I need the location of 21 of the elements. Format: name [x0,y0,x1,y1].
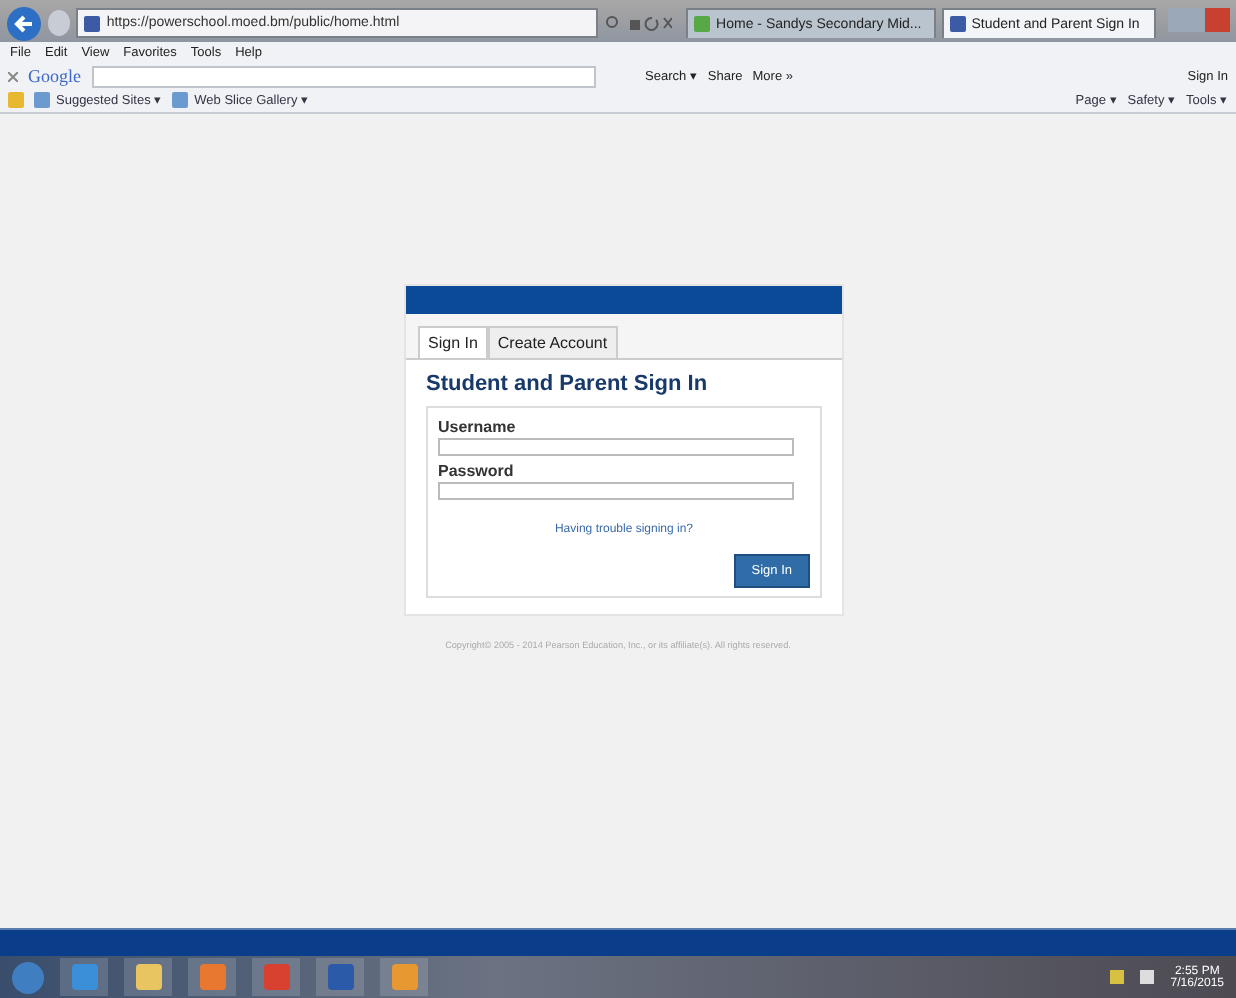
search-field[interactable] [91,65,595,87]
taskbar-button[interactable] [316,958,364,996]
start-button[interactable] [12,961,44,993]
field-label: Username [438,418,518,436]
form-tab[interactable]: Sign In [418,326,488,358]
form-heading: Student and Parent Sign In [426,372,710,396]
back-button[interactable] [6,5,42,41]
close-icon[interactable] [8,71,18,81]
address-controls-icon[interactable] [604,14,673,32]
field-label: Password [438,462,516,480]
site-icon [84,15,101,31]
form-tab[interactable]: Create Account [487,326,618,358]
input-field[interactable] [438,482,794,500]
taskbar-button[interactable] [60,958,108,996]
window-controls-icon[interactable] [1167,7,1230,31]
google-logo: Google [28,66,81,86]
taskbar-button[interactable] [188,958,236,996]
taskbar-button[interactable] [380,958,428,996]
taskbar-button[interactable] [124,958,172,996]
input-field[interactable] [438,438,794,456]
forward-button[interactable] [48,10,71,36]
